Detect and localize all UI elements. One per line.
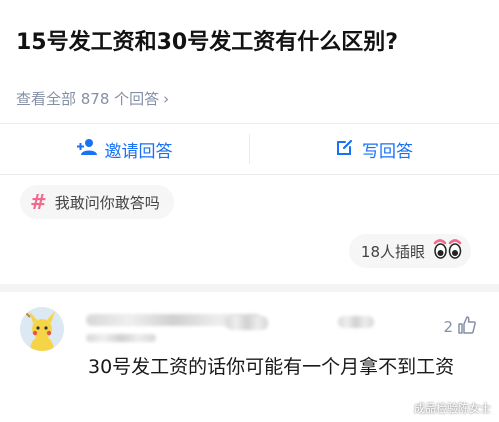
blurred-user-info — [226, 316, 268, 330]
avatar[interactable] — [20, 307, 64, 351]
blurred-user-headline — [86, 334, 156, 342]
hash-icon: # — [30, 190, 47, 214]
watchers-badge[interactable]: 18人插眼 — [348, 234, 471, 268]
eyes-icon — [433, 238, 463, 264]
view-all-answers-link[interactable]: 查看全部 878 个回答 › — [16, 88, 169, 109]
like-count: 2 — [443, 318, 453, 336]
edit-icon — [336, 138, 354, 161]
write-answer-button[interactable]: 写回答 — [250, 124, 499, 174]
add-user-icon — [76, 138, 97, 161]
like-button[interactable]: 2 — [443, 315, 477, 339]
question-action-bar: 邀请回答 写回答 — [0, 123, 499, 175]
topic-tag[interactable]: # 我敢问你敢答吗 — [20, 185, 174, 219]
blurred-user-badge — [338, 316, 374, 328]
invite-answer-label: 邀请回答 — [104, 141, 173, 162]
answer-text[interactable]: 30号发工资的话你可能有一个月拿不到工资 — [88, 352, 488, 382]
topic-tag-label: 我敢问你敢答吗 — [54, 193, 160, 212]
write-answer-label: 写回答 — [362, 141, 413, 162]
section-separator — [0, 284, 499, 292]
watchers-label: 18人插眼 — [360, 242, 425, 261]
watermark: 成品检验陈女士 — [414, 402, 491, 415]
thumbs-up-icon — [457, 315, 477, 339]
chevron-right-icon: › — [163, 89, 170, 108]
question-title: 15号发工资和30号发工资有什么区别? — [16, 30, 398, 55]
invite-answer-button[interactable]: 邀请回答 — [0, 124, 249, 174]
view-all-answers-label: 查看全部 878 个回答 — [16, 90, 160, 108]
